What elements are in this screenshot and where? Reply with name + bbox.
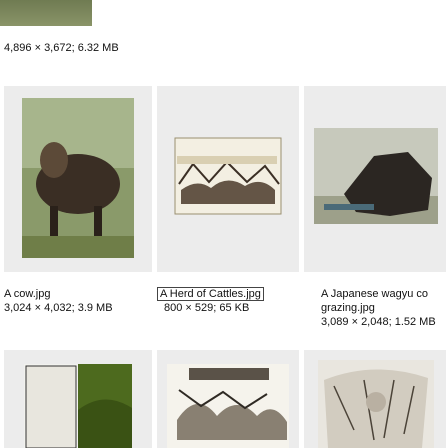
row2-image-2 [167, 364, 289, 448]
thumbnail-row2-1[interactable] [4, 350, 152, 448]
thumbnail-top-partial[interactable] [0, 0, 92, 30]
thumbnail-japanese-wagyu[interactable] [304, 86, 446, 272]
file-name-wagyu-line2[interactable]: grazing.jpg [321, 301, 375, 315]
thumbnail-row2-3[interactable] [304, 350, 446, 448]
wagyu-photo-image [314, 128, 438, 224]
thumbnail-herd-of-cattles[interactable] [157, 86, 299, 272]
herd-drawing-image [174, 137, 282, 215]
file-dims-0: 4,896 × 3,672; 6.32 MB [4, 42, 119, 54]
row2-image-3 [318, 360, 434, 448]
row2-image-1 [24, 364, 132, 448]
cow-photo-image [22, 98, 134, 258]
file-dims-wagyu: 3,089 × 2,048; 1.52 MB [321, 316, 436, 328]
file-dims-herd-of-cattles: 800 × 529; 65 KB [164, 302, 250, 314]
file-name-herd-of-cattles[interactable]: A Herd of Cattles.jpg [157, 287, 264, 301]
file-name-a-cow[interactable]: A cow.jpg [4, 287, 50, 301]
file-name-wagyu-line1[interactable]: A Japanese wagyu co [321, 287, 448, 301]
thumbnail-a-cow[interactable] [4, 86, 152, 272]
file-dims-a-cow: 3,024 × 4,032; 3.9 MB [4, 302, 113, 314]
thumbnail-row2-2[interactable] [157, 350, 299, 448]
